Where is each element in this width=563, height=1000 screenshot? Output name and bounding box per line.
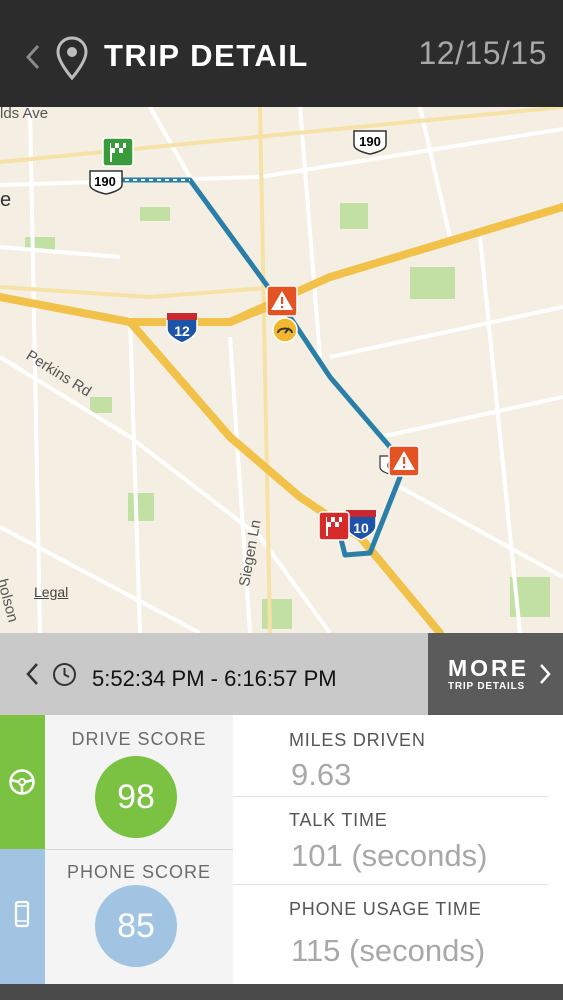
us190-shield-left: 190 [89, 170, 123, 195]
page-title: TRIP DETAIL [104, 38, 309, 73]
more-sublabel: TRIP DETAILS [448, 681, 526, 692]
divider [45, 849, 233, 850]
divider [233, 796, 548, 797]
speed-icon[interactable] [272, 317, 298, 343]
street-label: lds Ave [0, 107, 49, 122]
trip-date: 12/15/15 [418, 35, 547, 71]
start-flag-icon[interactable] [102, 137, 134, 171]
warning-icon[interactable] [266, 285, 298, 317]
shield-text: 10 [353, 520, 369, 536]
chevron-left-icon[interactable] [22, 42, 44, 72]
street-label: e [0, 189, 12, 211]
miles-driven-label: MILES DRIVEN [289, 730, 426, 750]
clock-icon [53, 663, 76, 686]
shield-text: 190 [359, 134, 381, 149]
shield-text: 190 [94, 174, 116, 189]
drive-score-label: DRIVE SCORE [71, 729, 207, 749]
more-label: MORE [448, 655, 529, 681]
more-trip-details-button[interactable]: MORE TRIP DETAILS [428, 633, 563, 715]
trip-stats-panel: MILES DRIVEN 9.63 TALK TIME 101 (seconds… [233, 715, 563, 984]
steering-wheel-icon [9, 769, 35, 795]
app-header: TRIP DETAIL 12/15/15 [0, 0, 563, 107]
miles-driven-value: 9.63 [291, 757, 352, 792]
legal-link[interactable]: Legal [34, 584, 68, 600]
shield-text: 12 [174, 323, 190, 339]
us190-shield-top: 190 [353, 130, 387, 155]
map-canvas [0, 107, 563, 633]
trip-time-range: 5:52:34 PM - 6:16:57 PM [92, 666, 337, 691]
divider [233, 884, 548, 885]
chevron-right-icon [540, 664, 551, 684]
trip-map[interactable]: lds Ave e Perkins Rd Siegen Ln holson Le… [0, 107, 563, 633]
phone-score-strip [0, 849, 45, 984]
end-flag-icon[interactable] [318, 511, 350, 545]
phone-usage-label: PHONE USAGE TIME [289, 899, 482, 919]
phone-score-badge: 85 [95, 885, 177, 967]
phone-score-label: PHONE SCORE [66, 862, 212, 882]
phone-icon [14, 900, 30, 928]
talk-time-value: 101 (seconds) [291, 838, 488, 873]
drive-score-badge: 98 [95, 756, 177, 838]
talk-time-label: TALK TIME [289, 810, 388, 830]
drive-score-strip [0, 715, 45, 849]
bottom-bar [0, 984, 563, 1000]
map-pin-icon [56, 36, 88, 80]
phone-usage-value: 115 (seconds) [291, 933, 486, 968]
interstate-12-shield: 12 [166, 313, 198, 344]
chevron-left-icon[interactable] [24, 661, 40, 687]
warning-icon[interactable] [388, 445, 420, 477]
